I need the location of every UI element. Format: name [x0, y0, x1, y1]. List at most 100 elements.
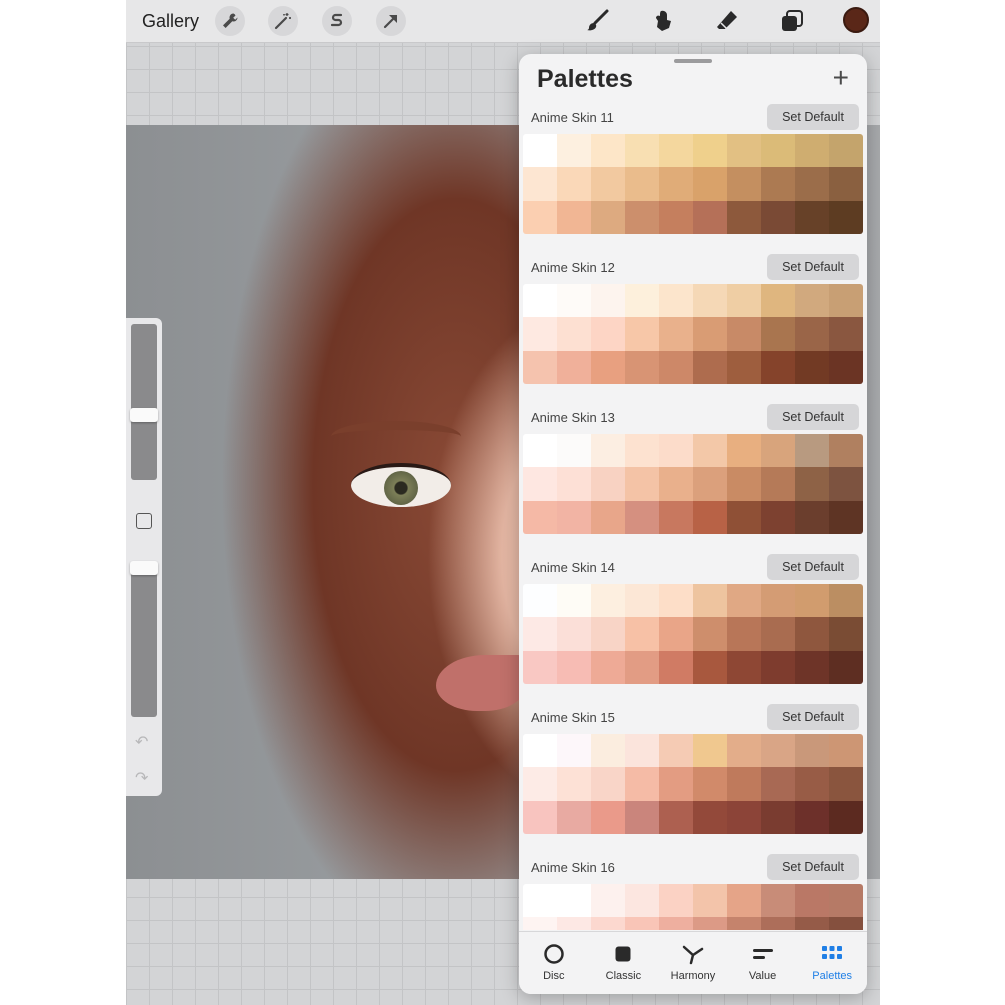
panel-grabber[interactable] — [674, 59, 712, 63]
color-swatch[interactable] — [523, 200, 557, 234]
color-swatch[interactable] — [727, 884, 761, 918]
color-swatch[interactable] — [659, 317, 693, 351]
set-default-button[interactable]: Set Default — [767, 704, 859, 730]
color-swatch[interactable] — [727, 467, 761, 501]
color-swatch[interactable] — [659, 917, 693, 930]
brush-icon[interactable] — [582, 6, 612, 36]
palette-item[interactable]: Anime Skin 13 Set Default — [523, 400, 863, 550]
color-swatch[interactable] — [829, 800, 863, 834]
actions-wrench-icon[interactable] — [215, 6, 245, 36]
color-swatch[interactable] — [829, 134, 863, 168]
tab-value[interactable]: Value — [728, 932, 798, 994]
color-swatch[interactable] — [761, 500, 795, 534]
color-swatch[interactable] — [727, 134, 761, 168]
color-swatch[interactable] — [829, 650, 863, 684]
color-swatch[interactable] — [591, 767, 625, 801]
color-swatch[interactable] — [591, 584, 625, 618]
color-swatch[interactable] — [625, 317, 659, 351]
color-swatch[interactable] — [829, 884, 863, 918]
color-swatch[interactable] — [659, 134, 693, 168]
palette-list[interactable]: Anime Skin 11 Set Default Anime Skin 12 Set… — [523, 100, 863, 930]
color-swatch[interactable] — [625, 167, 659, 201]
color-swatch[interactable] — [761, 434, 795, 468]
color-swatch[interactable] — [795, 200, 829, 234]
color-swatch[interactable] — [727, 650, 761, 684]
gallery-button[interactable]: Gallery — [142, 11, 199, 32]
transform-arrow-icon[interactable] — [376, 6, 406, 36]
color-swatch[interactable] — [829, 734, 863, 768]
color-swatch[interactable] — [693, 617, 727, 651]
color-swatch[interactable] — [693, 167, 727, 201]
color-swatch[interactable] — [727, 767, 761, 801]
color-swatch[interactable] — [659, 617, 693, 651]
color-swatch[interactable] — [523, 734, 557, 768]
color-swatch[interactable] — [761, 650, 795, 684]
color-swatch[interactable] — [523, 134, 557, 168]
color-swatch[interactable] — [523, 500, 557, 534]
color-swatch[interactable] — [557, 317, 591, 351]
color-swatch[interactable] — [795, 584, 829, 618]
color-swatch[interactable] — [591, 650, 625, 684]
color-swatch[interactable] — [693, 734, 727, 768]
color-swatch[interactable] — [591, 200, 625, 234]
color-swatch[interactable] — [557, 800, 591, 834]
color-swatch[interactable] — [659, 167, 693, 201]
color-swatch[interactable] — [829, 167, 863, 201]
color-swatch[interactable] — [659, 434, 693, 468]
color-swatch[interactable] — [591, 134, 625, 168]
color-swatch[interactable] — [523, 584, 557, 618]
set-default-button[interactable]: Set Default — [767, 554, 859, 580]
color-swatch[interactable] — [795, 434, 829, 468]
color-swatch[interactable] — [761, 584, 795, 618]
color-swatch[interactable] — [795, 734, 829, 768]
color-swatch[interactable] — [591, 917, 625, 930]
color-swatch[interactable] — [523, 317, 557, 351]
color-swatch[interactable] — [625, 650, 659, 684]
color-swatch[interactable] — [829, 617, 863, 651]
color-swatch[interactable] — [591, 467, 625, 501]
color-swatch[interactable] — [557, 284, 591, 318]
color-swatch[interactable] — [829, 317, 863, 351]
color-swatch[interactable] — [557, 884, 591, 918]
palette-item[interactable]: Anime Skin 16 Set Default — [523, 850, 863, 930]
color-swatch[interactable] — [727, 284, 761, 318]
color-swatch[interactable] — [795, 284, 829, 318]
color-swatch[interactable] — [591, 617, 625, 651]
selection-s-icon[interactable] — [322, 6, 352, 36]
current-color-button[interactable] — [843, 7, 869, 33]
color-swatch[interactable] — [659, 284, 693, 318]
color-swatch[interactable] — [693, 317, 727, 351]
color-swatch[interactable] — [523, 767, 557, 801]
color-swatch[interactable] — [727, 200, 761, 234]
color-swatch[interactable] — [795, 767, 829, 801]
modify-square-button[interactable] — [136, 513, 152, 529]
color-swatch[interactable] — [625, 917, 659, 930]
color-swatch[interactable] — [693, 584, 727, 618]
color-swatch[interactable] — [625, 467, 659, 501]
color-swatch[interactable] — [829, 917, 863, 930]
color-swatch[interactable] — [829, 584, 863, 618]
color-swatch[interactable] — [591, 884, 625, 918]
color-swatch[interactable] — [625, 350, 659, 384]
opacity-knob[interactable] — [130, 561, 158, 575]
color-swatch[interactable] — [659, 767, 693, 801]
color-swatch[interactable] — [523, 800, 557, 834]
color-swatch[interactable] — [761, 617, 795, 651]
color-swatch[interactable] — [761, 284, 795, 318]
color-swatch[interactable] — [795, 917, 829, 930]
opacity-slider[interactable] — [131, 561, 157, 717]
color-swatch[interactable] — [557, 917, 591, 930]
color-swatch[interactable] — [591, 284, 625, 318]
color-swatch[interactable] — [591, 434, 625, 468]
color-swatch[interactable] — [591, 800, 625, 834]
color-swatch[interactable] — [557, 734, 591, 768]
color-swatch[interactable] — [557, 350, 591, 384]
adjustments-wand-icon[interactable] — [268, 6, 298, 36]
color-swatch[interactable] — [591, 317, 625, 351]
palette-item[interactable]: Anime Skin 12 Set Default — [523, 250, 863, 400]
color-swatch[interactable] — [659, 884, 693, 918]
color-swatch[interactable] — [659, 467, 693, 501]
tab-palettes[interactable]: Palettes — [797, 932, 867, 994]
color-swatch[interactable] — [761, 167, 795, 201]
color-swatch[interactable] — [693, 134, 727, 168]
